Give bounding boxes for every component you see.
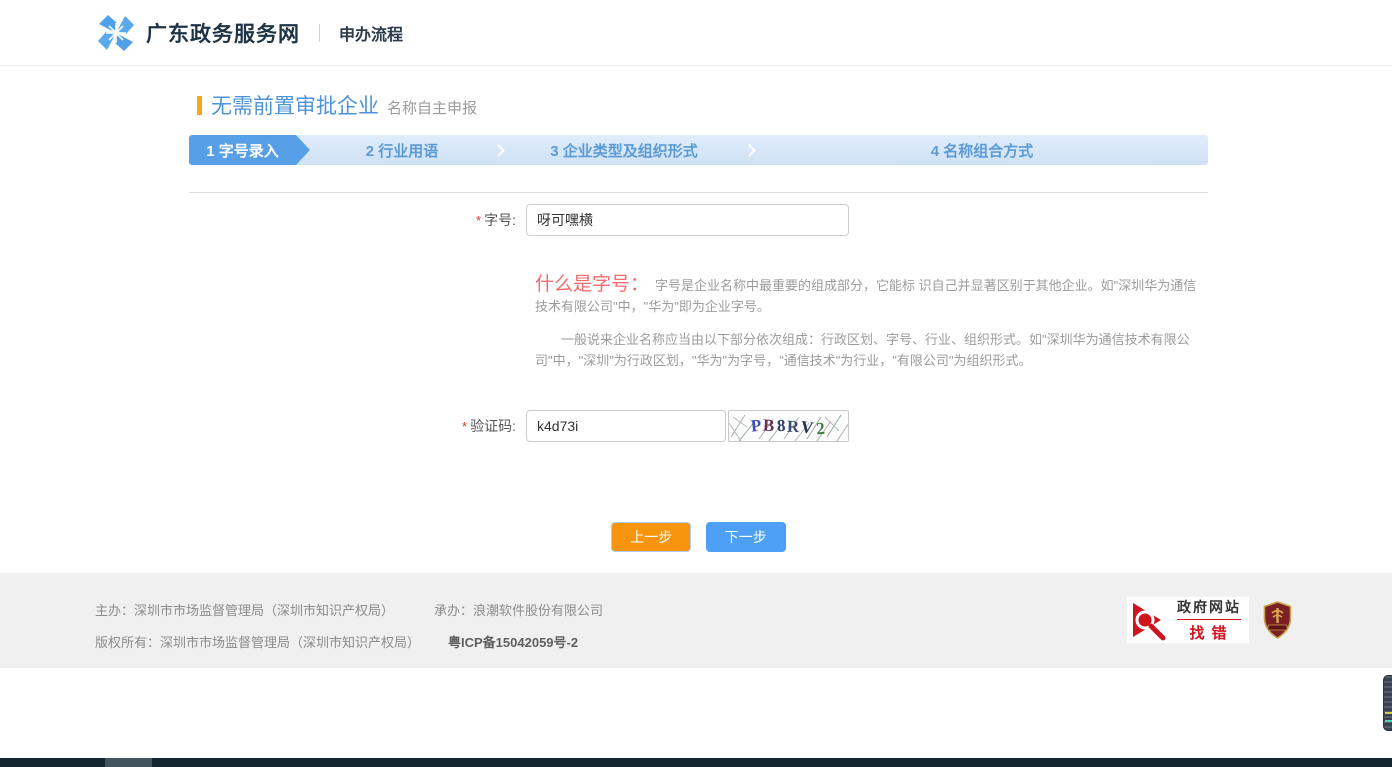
captcha-char: V [800, 417, 817, 439]
footer-copyright: 版权所有：深圳市市场监督管理局（深圳市知识产权局） [95, 635, 420, 650]
step-4-label: 4 名称组合方式 [931, 140, 1034, 161]
required-marker: * [462, 419, 467, 434]
name-input[interactable] [526, 204, 849, 236]
captcha-char: 2 [815, 419, 827, 440]
footer-host: 主办：深圳市市场监督管理局（深圳市知识产权局） [95, 603, 394, 618]
gov-site-error-report-badge[interactable]: 政府网站 找错 [1127, 597, 1249, 643]
footer-badges: 政府网站 找错 [1127, 597, 1292, 643]
header-divider [319, 24, 320, 42]
next-step-button[interactable]: 下一步 [706, 522, 786, 552]
tab-step-4[interactable]: 4 名称组合方式 [756, 135, 1208, 165]
chevron-right-icon [743, 144, 756, 157]
page-title-row: 无需前置审批企业 名称自主申报 [189, 66, 1208, 120]
horizontal-scrollbar-thumb[interactable] [105, 758, 152, 767]
page-subtitle: 名称自主申报 [387, 93, 477, 118]
page-title: 无需前置审批企业 [211, 90, 379, 120]
info-heading: 什么是字号： [535, 274, 649, 295]
title-accent-bar [197, 96, 202, 115]
step-3-label: 3 企业类型及组织形式 [550, 140, 698, 161]
required-marker: * [476, 213, 481, 228]
tab-step-2[interactable]: 2 行业用语 [296, 135, 492, 165]
info-paragraph-2: 一般说来企业名称应当由以下部分依次组成：行政区划、字号、行业、组织形式。如"深圳… [535, 329, 1207, 371]
name-field-row: *字号: [189, 204, 1208, 237]
step-arrow-icon [296, 135, 310, 165]
widget-stripe [1385, 720, 1392, 722]
captcha-char: B [763, 416, 778, 437]
info-block: 什么是字号：字号是企业名称中最重要的组成部分，它能标 识自己并显著区别于其他企业… [535, 274, 1207, 371]
info-paragraph-1: 什么是字号：字号是企业名称中最重要的组成部分，它能标 识自己并显著区别于其他企业… [535, 274, 1207, 317]
step-2-label: 2 行业用语 [366, 140, 439, 161]
footer: 主办：深圳市市场监督管理局（深圳市知识产权局） 承办：浪潮软件股份有限公司 版权所… [0, 573, 1392, 668]
site-name: 广东政务服务网 [146, 18, 300, 48]
error-badge-line1: 政府网站 [1177, 597, 1241, 617]
magnifier-flag-icon [1131, 599, 1173, 641]
header: 广东政务服务网 申办流程 [0, 0, 1392, 66]
captcha-field-label: *验证码: [189, 410, 526, 443]
security-shield-badge-icon[interactable] [1263, 601, 1292, 639]
horizontal-scrollbar-track[interactable] [0, 758, 1392, 767]
name-field-label: *字号: [189, 204, 526, 237]
step-1-label: 1 字号录入 [206, 140, 279, 161]
button-row: 上一步 下一步 [189, 522, 1208, 552]
tab-step-1-active[interactable]: 1 字号录入 [189, 135, 296, 165]
pinwheel-logo-icon [95, 13, 137, 53]
prev-step-button[interactable]: 上一步 [611, 522, 691, 552]
main-content: 无需前置审批企业 名称自主申报 1 字号录入 2 行业用语 3 企业类型及组织形… [189, 66, 1208, 552]
chevron-right-icon [492, 144, 505, 157]
tab-step-3[interactable]: 3 企业类型及组织形式 [505, 135, 743, 165]
browser-extension-edge-widget[interactable] [1383, 675, 1392, 731]
captcha-field-row: *验证码: [189, 410, 1208, 443]
captcha-image[interactable]: P B 8 R V 2 [728, 410, 849, 442]
widget-stripe [1385, 712, 1392, 714]
error-badge-rule [1177, 619, 1241, 620]
error-badge-line2: 找错 [1177, 622, 1241, 643]
nav-label: 申办流程 [339, 21, 403, 45]
footer-undertaker: 承办：浪潮软件股份有限公司 [434, 603, 603, 618]
step-tabs: 1 字号录入 2 行业用语 3 企业类型及组织形式 4 名称组合方式 [189, 135, 1208, 165]
icp-link[interactable]: 粤ICP备15042059号-2 [448, 635, 578, 650]
section-divider [189, 192, 1208, 193]
captcha-text: P B 8 R V 2 [729, 411, 848, 441]
captcha-input[interactable] [526, 410, 726, 442]
error-badge-text: 政府网站 找错 [1177, 597, 1241, 643]
